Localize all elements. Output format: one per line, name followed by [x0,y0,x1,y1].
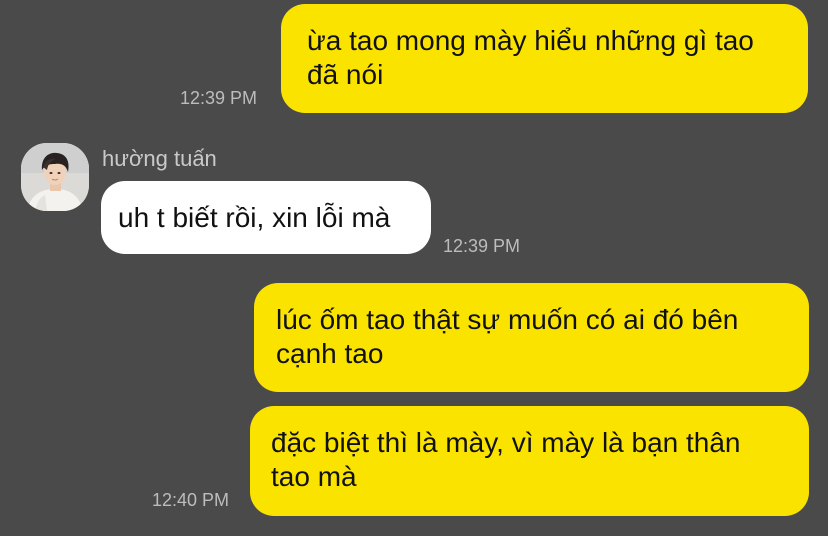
message-text-line: tao mà [271,461,357,492]
outgoing-message-bubble[interactable]: ừa tao mong mày hiểu những gì tao đã nói [281,4,808,113]
message-timestamp: 12:39 PM [443,236,521,256]
incoming-message-bubble[interactable]: uh t biết rồi, xin lỗi mà [101,181,431,254]
message-text-line: cạnh tao [276,338,384,369]
message-text-line: ừa tao mong mày hiểu những gì tao [307,25,754,56]
message-text-line: lúc ốm tao thật sự muốn có ai đó bên [276,304,739,335]
outgoing-message-bubble[interactable]: lúc ốm tao thật sự muốn có ai đó bên cạn… [254,283,809,392]
sender-avatar[interactable] [21,143,89,211]
message-timestamp: 12:40 PM [152,490,230,510]
sender-name: hường tuấn [102,146,217,171]
message-text-line: đã nói [307,59,384,90]
message-text-line: đặc biệt thì là mày, vì mày là bạn thân [271,427,741,458]
profile-photo-icon [21,143,89,211]
message-text-line: uh t biết rồi, xin lỗi mà [118,202,391,233]
message-timestamp: 12:39 PM [180,88,258,108]
outgoing-message-bubble[interactable]: đặc biệt thì là mày, vì mày là bạn thân … [250,406,809,516]
